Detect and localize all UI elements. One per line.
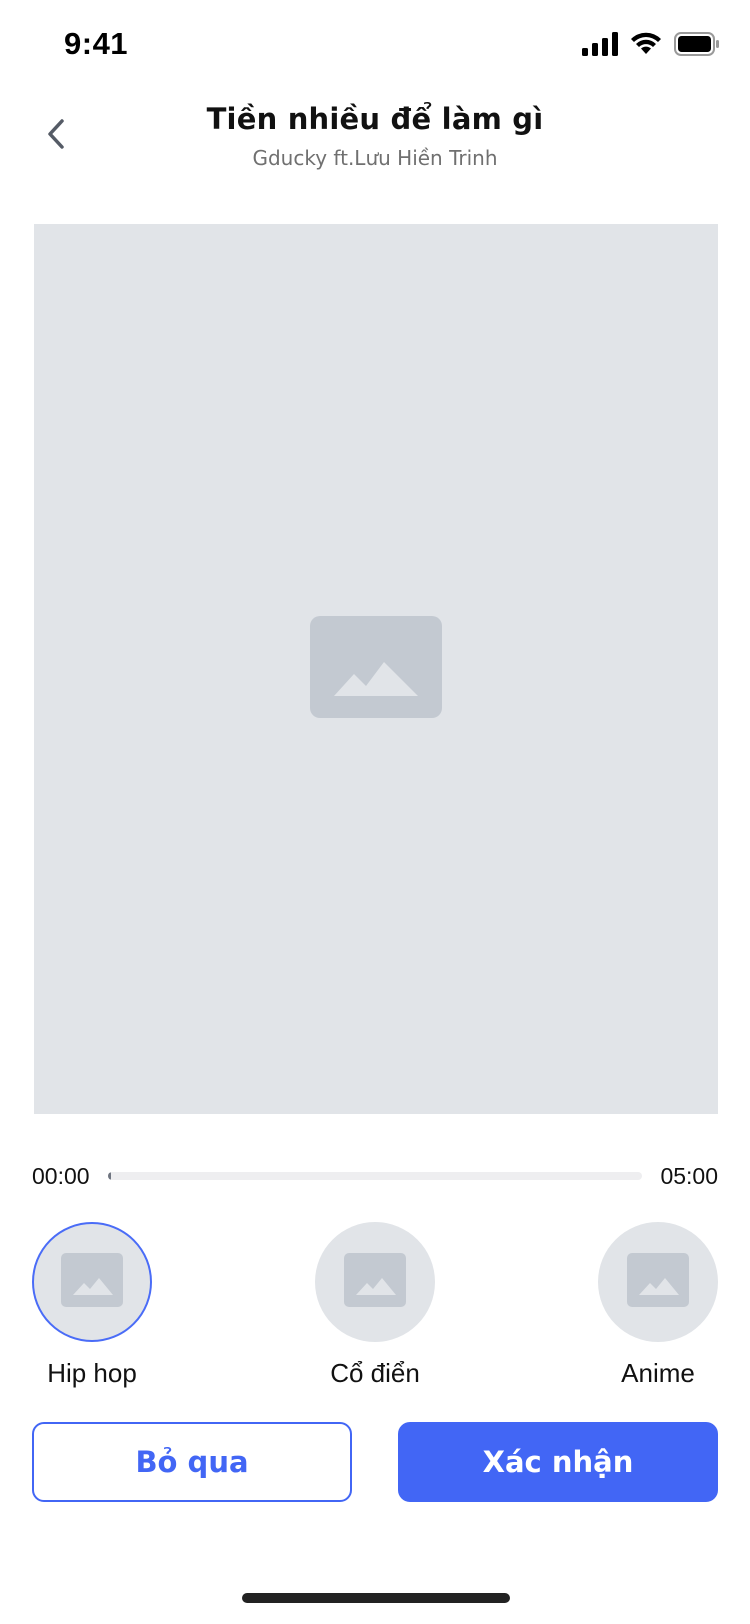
song-artist: Gducky ft.Lưu Hiền Trinh — [252, 146, 498, 170]
battery-icon — [674, 32, 720, 61]
status-icons — [582, 32, 720, 61]
signal-icon — [582, 32, 618, 61]
confirm-button[interactable]: Xác nhận — [398, 1422, 718, 1502]
image-placeholder-icon — [627, 1252, 689, 1312]
skip-button[interactable]: Bỏ qua — [32, 1422, 352, 1502]
style-label: Cổ điển — [330, 1358, 420, 1388]
preview-image — [34, 224, 718, 1114]
image-placeholder-icon — [310, 615, 442, 723]
progress-fill — [108, 1172, 111, 1180]
style-thumbnail — [32, 1222, 152, 1342]
home-indicator — [242, 1593, 510, 1603]
style-thumbnail — [315, 1222, 435, 1342]
wifi-icon — [630, 32, 662, 61]
style-option-anime[interactable]: Anime — [578, 1222, 738, 1389]
progress-bar[interactable] — [108, 1172, 642, 1180]
style-thumbnail — [598, 1222, 718, 1342]
status-bar: 9:41 — [0, 0, 750, 92]
style-option-co-dien[interactable]: Cổ điển — [295, 1222, 455, 1389]
status-time: 9:41 — [64, 26, 129, 61]
current-time: 00:00 — [32, 1163, 90, 1189]
song-title: Tiền nhiều để làm gì — [206, 102, 544, 136]
style-label: Hip hop — [47, 1358, 137, 1388]
image-placeholder-icon — [344, 1252, 406, 1312]
style-label: Anime — [621, 1358, 695, 1388]
image-placeholder-icon — [61, 1252, 123, 1312]
total-time: 05:00 — [660, 1163, 718, 1189]
style-option-hip-hop[interactable]: Hip hop — [12, 1222, 172, 1389]
